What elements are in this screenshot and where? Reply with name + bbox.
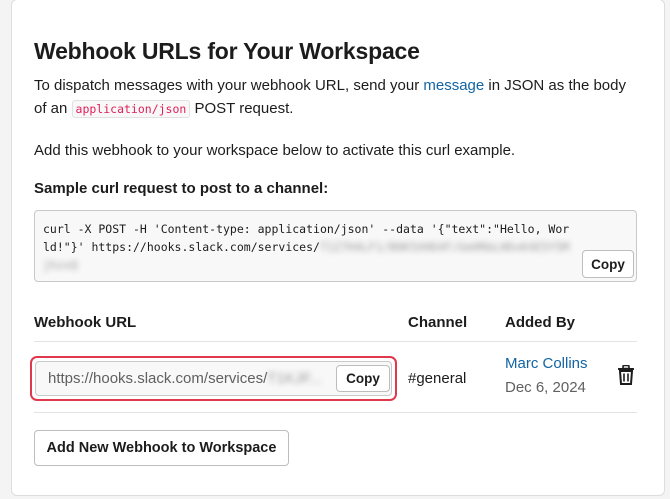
webhook-url-text: https://hooks.slack.com/services/T1KJF..… xyxy=(48,370,323,387)
webhook-channel: #general xyxy=(408,370,467,387)
copy-url-button[interactable]: Copy xyxy=(336,365,390,392)
curl-example-box[interactable]: curl -X POST -H 'Content-type: applicati… xyxy=(34,210,637,282)
added-by-user-link[interactable]: Marc Collins xyxy=(505,355,588,372)
sample-curl-label: Sample curl request to post to a channel… xyxy=(34,180,329,197)
page-title: Webhook URLs for Your Workspace xyxy=(34,38,420,64)
description: To dispatch messages with your webhook U… xyxy=(34,74,634,121)
activation-hint: Add this webhook to your workspace below… xyxy=(34,142,516,159)
webhook-url-field[interactable]: https://hooks.slack.com/services/T1KJF..… xyxy=(35,361,392,396)
header-added-by: Added By xyxy=(505,314,576,331)
description-text-3: POST request. xyxy=(190,100,294,117)
description-text-1: To dispatch messages with your webhook U… xyxy=(34,77,424,94)
content-type-code: application/json xyxy=(71,100,191,118)
header-channel: Channel xyxy=(408,314,468,331)
webhooks-card: Webhook URLs for Your Workspace To dispa… xyxy=(11,0,665,496)
table-header-divider xyxy=(34,341,637,342)
trash-icon[interactable] xyxy=(617,364,635,385)
added-date: Dec 6, 2024 xyxy=(505,379,586,396)
add-webhook-button[interactable]: Add New Webhook to Workspace xyxy=(34,430,289,466)
message-link[interactable]: message xyxy=(423,77,484,94)
copy-curl-button[interactable]: Copy xyxy=(582,250,634,278)
header-webhook-url: Webhook URL xyxy=(34,314,137,331)
curl-example-text[interactable]: curl -X POST -H 'Content-type: applicati… xyxy=(43,220,573,274)
table-row-divider xyxy=(34,412,637,413)
trash-icon-graphic xyxy=(618,364,634,385)
